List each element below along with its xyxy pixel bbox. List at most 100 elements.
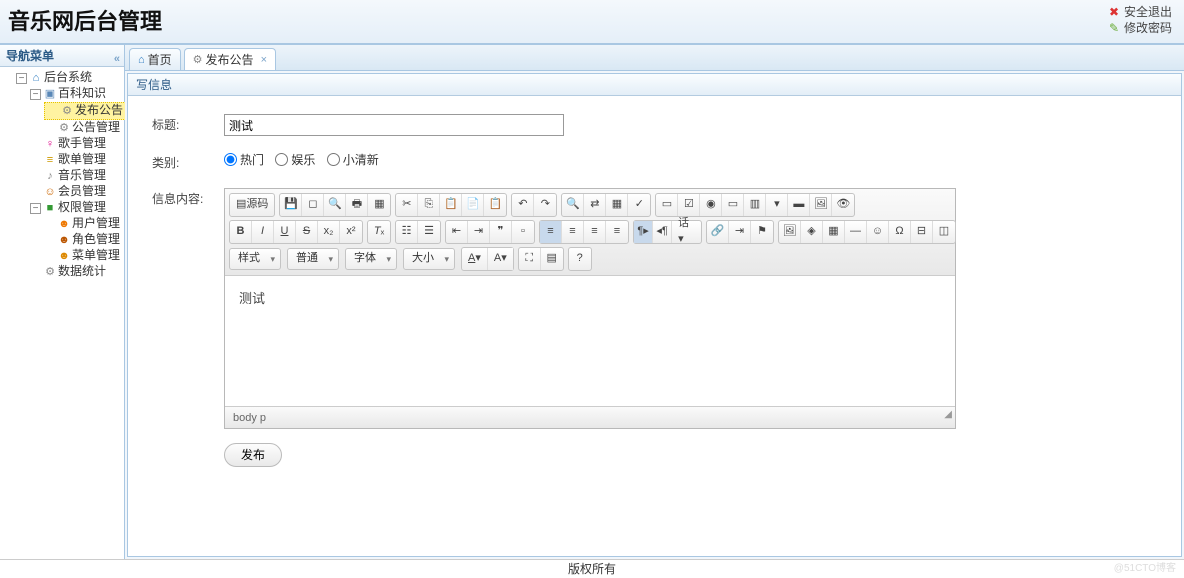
sidebar-title: 导航菜单« — [0, 45, 124, 67]
spellcheck-icon[interactable]: ✓ — [628, 194, 650, 216]
rtl-icon[interactable]: ◂¶ — [653, 221, 672, 243]
exit-icon: ✖ — [1107, 4, 1121, 20]
textcolor-icon[interactable]: A▾ — [462, 248, 488, 270]
element-path[interactable]: body p — [233, 412, 266, 424]
select-icon[interactable]: ▾ — [766, 194, 788, 216]
selectall-icon[interactable]: ▦ — [606, 194, 628, 216]
paste-word-icon[interactable]: 📋 — [484, 194, 506, 216]
tree-playlist[interactable]: ≡歌单管理 — [30, 152, 122, 168]
bgcolor-icon[interactable]: A▾ — [488, 248, 513, 270]
radio-hot[interactable]: 热门 — [224, 153, 264, 167]
align-right-icon[interactable]: ≡ — [584, 221, 606, 243]
textarea-icon[interactable]: ▥ — [744, 194, 766, 216]
tab-publish[interactable]: ⚙发布公告× — [184, 48, 276, 70]
tree-baike[interactable]: −▣百科知识 ⚙发布公告 ⚙公告管理 — [30, 86, 122, 136]
tree-stats[interactable]: ⚙数据统计 — [30, 264, 122, 280]
indent-icon[interactable]: ⇥ — [468, 221, 490, 243]
table-icon[interactable]: ▦ — [823, 221, 845, 243]
publish-button[interactable]: 发布 — [224, 443, 282, 467]
hidden-icon[interactable]: 👁 — [832, 194, 854, 216]
collapse-icon[interactable]: « — [114, 48, 120, 70]
bold-icon[interactable]: B — [230, 221, 252, 243]
flash-icon[interactable]: ◈ — [801, 221, 823, 243]
tab-home[interactable]: ⌂首页 — [129, 48, 181, 70]
resize-handle[interactable]: ◢ — [944, 404, 952, 426]
blockquote-icon[interactable]: ❞ — [490, 221, 512, 243]
undo-icon[interactable]: ↶ — [512, 194, 534, 216]
size-select[interactable]: 大小 — [403, 248, 455, 270]
underline-icon[interactable]: U — [274, 221, 296, 243]
tree-singer[interactable]: ♀歌手管理 — [30, 136, 122, 152]
tree-publish[interactable]: ⚙发布公告 — [44, 102, 122, 120]
tree-root[interactable]: −⌂后台系统 −▣百科知识 ⚙发布公告 ⚙公告管理 ♀歌手管理 ≡歌单管理 ♪音… — [16, 70, 122, 280]
tree-menu[interactable]: ☻菜单管理 — [44, 248, 122, 264]
radio-ent[interactable]: 娱乐 — [275, 153, 315, 167]
header-actions: ✖安全退出 ✎修改密码 — [1107, 4, 1172, 36]
italic-icon[interactable]: I — [252, 221, 274, 243]
bulletlist-icon[interactable]: ☰ — [418, 221, 440, 243]
language-icon[interactable]: 话 ▾ — [672, 221, 701, 243]
image-icon[interactable]: 🖼 — [779, 221, 801, 243]
tree-user[interactable]: ☻用户管理 — [44, 216, 122, 232]
tree-member[interactable]: ☺会员管理 — [30, 184, 122, 200]
header: 音乐网后台管理 ✖安全退出 ✎修改密码 — [0, 0, 1184, 44]
tree-role[interactable]: ☻角色管理 — [44, 232, 122, 248]
nav-tree: −⌂后台系统 −▣百科知识 ⚙发布公告 ⚙公告管理 ♀歌手管理 ≡歌单管理 ♪音… — [0, 67, 124, 283]
title-input[interactable] — [224, 114, 564, 136]
footer: 版权所有 — [0, 559, 1184, 577]
textfield-icon[interactable]: ▭ — [722, 194, 744, 216]
superscript-icon[interactable]: x² — [340, 221, 362, 243]
template-icon[interactable]: ▦ — [368, 194, 390, 216]
form-icon[interactable]: ▭ — [656, 194, 678, 216]
pagebreak-icon[interactable]: ⊟ — [911, 221, 933, 243]
font-select[interactable]: 字体 — [345, 248, 397, 270]
button-icon[interactable]: ▬ — [788, 194, 810, 216]
checkbox-icon[interactable]: ☑ — [678, 194, 700, 216]
anchor-icon[interactable]: ⚑ — [751, 221, 773, 243]
unlink-icon[interactable]: ⇥ — [729, 221, 751, 243]
copy-icon[interactable]: ⎘ — [418, 194, 440, 216]
redo-icon[interactable]: ↷ — [534, 194, 556, 216]
removeformat-icon[interactable]: Tₓ — [368, 221, 390, 243]
print-icon[interactable]: 🖶 — [346, 194, 368, 216]
replace-icon[interactable]: ⇄ — [584, 194, 606, 216]
numberedlist-icon[interactable]: ☷ — [396, 221, 418, 243]
iframe-icon[interactable]: ◫ — [933, 221, 955, 243]
format-select[interactable]: 普通 — [287, 248, 339, 270]
radio-icon[interactable]: ◉ — [700, 194, 722, 216]
strike-icon[interactable]: S — [296, 221, 318, 243]
align-justify-icon[interactable]: ≡ — [606, 221, 628, 243]
radio-fresh[interactable]: 小清新 — [327, 153, 379, 167]
paste-icon[interactable]: 📋 — [440, 194, 462, 216]
hr-icon[interactable]: — — [845, 221, 867, 243]
outdent-icon[interactable]: ⇤ — [446, 221, 468, 243]
tree-manage[interactable]: ⚙公告管理 — [44, 120, 122, 136]
style-select[interactable]: 样式 — [229, 248, 281, 270]
div-icon[interactable]: ▫ — [512, 221, 534, 243]
logout-link[interactable]: ✖安全退出 — [1107, 4, 1172, 20]
align-left-icon[interactable]: ≡ — [540, 221, 562, 243]
preview-icon[interactable]: 🔍 — [324, 194, 346, 216]
subscript-icon[interactable]: x₂ — [318, 221, 340, 243]
source-button[interactable]: ▤ 源码 — [230, 194, 274, 216]
ltr-icon[interactable]: ¶▸ — [634, 221, 653, 243]
find-icon[interactable]: 🔍 — [562, 194, 584, 216]
about-icon[interactable]: ? — [569, 248, 591, 270]
close-icon[interactable]: × — [261, 49, 267, 71]
editor-body[interactable]: 测试 — [225, 276, 955, 406]
align-center-icon[interactable]: ≡ — [562, 221, 584, 243]
tree-music[interactable]: ♪音乐管理 — [30, 168, 122, 184]
category-radios: 热门 娱乐 小清新 — [224, 152, 387, 169]
specialchar-icon[interactable]: Ω — [889, 221, 911, 243]
maximize-icon[interactable]: ⛶ — [519, 248, 541, 270]
image-button-icon[interactable]: 🖼 — [810, 194, 832, 216]
link-icon[interactable]: 🔗 — [707, 221, 729, 243]
newpage-icon[interactable]: ◻ — [302, 194, 324, 216]
cut-icon[interactable]: ✂ — [396, 194, 418, 216]
save-icon[interactable]: 💾 — [280, 194, 302, 216]
paste-text-icon[interactable]: 📄 — [462, 194, 484, 216]
showblocks-icon[interactable]: ▤ — [541, 248, 563, 270]
smiley-icon[interactable]: ☺ — [867, 221, 889, 243]
tree-perm[interactable]: −■权限管理 ☻用户管理 ☻角色管理 ☻菜单管理 — [30, 200, 122, 264]
change-password-link[interactable]: ✎修改密码 — [1107, 20, 1172, 36]
